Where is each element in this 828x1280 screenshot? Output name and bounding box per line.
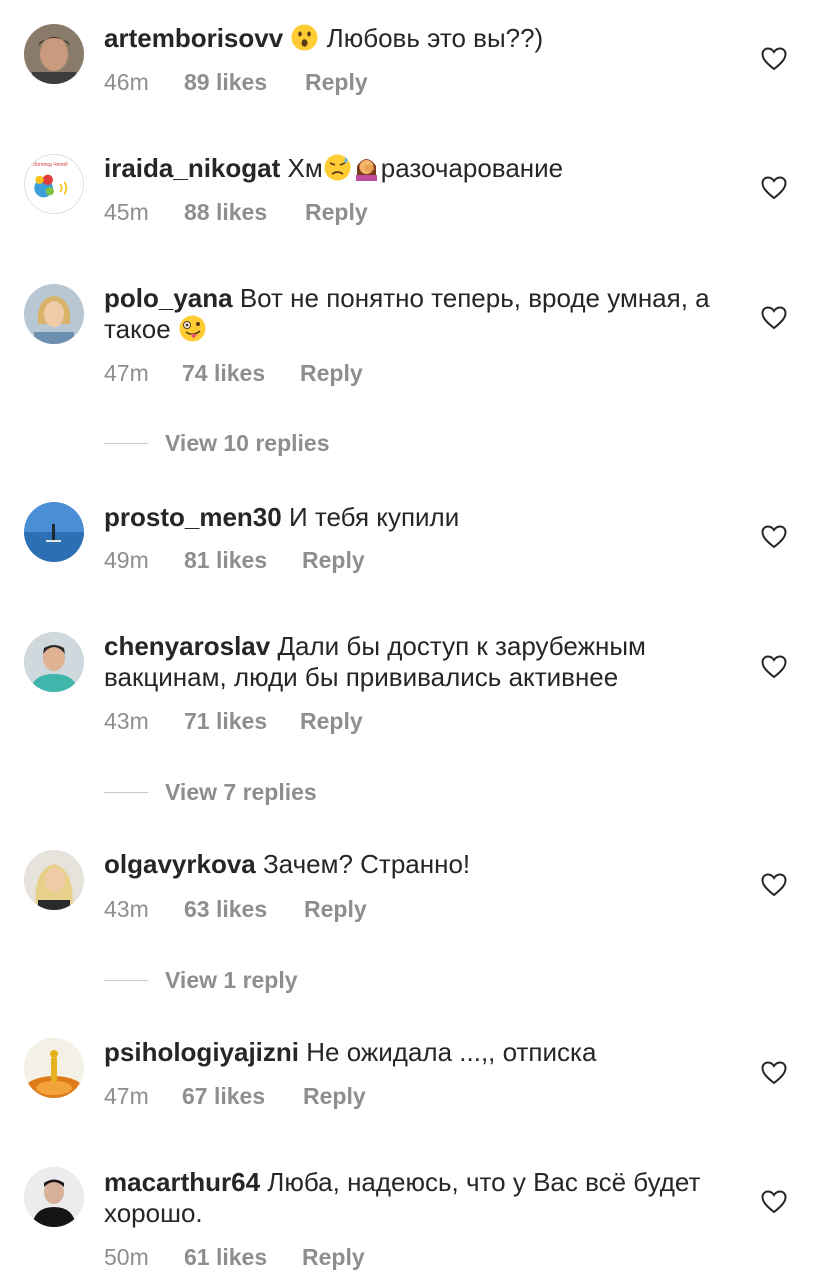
- comment-meta: 50m 61 likes Reply: [104, 1243, 365, 1271]
- comment-username[interactable]: olgavyrkova: [104, 849, 256, 879]
- comment-text: olgavyrkova Зачем? Странно!: [104, 849, 471, 879]
- view-replies-button[interactable]: View 1 reply: [104, 965, 298, 995]
- comment-username[interactable]: artemborisovv: [104, 23, 283, 53]
- heart-outline-icon[interactable]: [761, 655, 787, 679]
- comment-time: 45m: [104, 199, 149, 225]
- comment-username[interactable]: psihologiyajizni: [104, 1037, 299, 1067]
- comment-time: 46m: [104, 69, 149, 95]
- view-replies-button[interactable]: View 7 replies: [104, 777, 317, 807]
- sad-sweat-face-icon: [324, 154, 351, 181]
- comment-meta: 43m 71 likes Reply: [104, 707, 363, 735]
- comment-text: iraida_nikogat Хм разочарование: [104, 153, 564, 183]
- view-replies-label: View 7 replies: [165, 778, 317, 805]
- view-replies-label: View 10 replies: [165, 429, 330, 456]
- likes-count[interactable]: 89 likes: [184, 68, 305, 96]
- avatar[interactable]: [24, 850, 84, 910]
- reply-button[interactable]: Reply: [303, 1082, 366, 1110]
- view-replies-button[interactable]: View 10 replies: [104, 428, 330, 458]
- comment-time: 47m: [104, 1083, 149, 1109]
- replies-divider: [104, 442, 148, 444]
- heart-outline-icon[interactable]: [761, 1190, 787, 1214]
- avatar[interactable]: [24, 502, 84, 562]
- reply-button[interactable]: Reply: [302, 1243, 365, 1271]
- comment-username[interactable]: iraida_nikogat: [104, 153, 280, 183]
- replies-divider: [104, 979, 148, 981]
- likes-count[interactable]: 81 likes: [184, 546, 302, 574]
- comment-meta: 43m 63 likes Reply: [104, 895, 367, 923]
- likes-count[interactable]: 61 likes: [184, 1243, 302, 1271]
- comment-username[interactable]: macarthur64: [104, 1167, 260, 1197]
- likes-count[interactable]: 67 likes: [182, 1082, 303, 1110]
- facepalm-woman-icon: [353, 154, 380, 181]
- likes-count[interactable]: 88 likes: [184, 198, 305, 226]
- comment-username[interactable]: chenyaroslav: [104, 631, 270, 661]
- heart-outline-icon[interactable]: [761, 306, 787, 330]
- comment-text: prosto_men30 И тебя купили: [104, 502, 460, 532]
- comment-text: psihologiyajizni Не ожидала ...,, отписк…: [104, 1037, 597, 1067]
- heart-outline-icon[interactable]: [761, 873, 787, 897]
- comment-time: 49m: [104, 547, 149, 573]
- reply-button[interactable]: Reply: [300, 359, 363, 387]
- comment-time: 43m: [104, 708, 149, 734]
- heart-outline-icon[interactable]: [761, 1061, 787, 1085]
- reply-button[interactable]: Reply: [302, 546, 365, 574]
- comment-time: 47m: [104, 360, 149, 386]
- comment-meta: 49m 81 likes Reply: [104, 546, 365, 574]
- reply-button[interactable]: Reply: [305, 68, 368, 96]
- replies-divider: [104, 791, 148, 793]
- comment-time: 50m: [104, 1244, 149, 1270]
- comment-meta: 47m 67 likes Reply: [104, 1082, 366, 1110]
- view-replies-label: View 1 reply: [165, 966, 298, 993]
- comment-username[interactable]: prosto_men30: [104, 502, 282, 532]
- heart-outline-icon[interactable]: [761, 176, 787, 200]
- avatar[interactable]: [24, 1038, 84, 1098]
- likes-count[interactable]: 63 likes: [184, 895, 304, 923]
- comment-meta: 47m 74 likes Reply: [104, 359, 363, 387]
- comment-text: macarthur64 Люба, надеюсь, что у Вас всё…: [104, 1167, 701, 1228]
- comment-meta: 45m 88 likes Reply: [104, 198, 368, 226]
- comment-time: 43m: [104, 896, 149, 922]
- avatar[interactable]: [24, 632, 84, 692]
- heart-outline-icon[interactable]: [761, 525, 787, 549]
- likes-count[interactable]: 74 likes: [182, 359, 300, 387]
- zany-face-icon: [179, 315, 206, 342]
- comment-text: chenyaroslav Дали бы доступ к зарубежным…: [104, 631, 646, 692]
- avatar[interactable]: [24, 1167, 84, 1227]
- avatar[interactable]: Логопед Челяб: [24, 154, 84, 214]
- reply-button[interactable]: Reply: [304, 895, 367, 923]
- comment-text: polo_yana Вот не понятно теперь, вроде у…: [104, 283, 710, 344]
- reply-button[interactable]: Reply: [300, 707, 363, 735]
- heart-outline-icon[interactable]: [761, 47, 787, 71]
- reply-button[interactable]: Reply: [305, 198, 368, 226]
- comment-username[interactable]: polo_yana: [104, 283, 233, 313]
- avatar[interactable]: [24, 24, 84, 84]
- likes-count[interactable]: 71 likes: [184, 707, 300, 735]
- comment-meta: 46m 89 likes Reply: [104, 68, 368, 96]
- comment-text: artemborisovv Любовь это вы??): [104, 23, 544, 53]
- surprised-face-icon: [291, 24, 318, 51]
- avatar[interactable]: [24, 284, 84, 344]
- avatar-logo-text: Логопед Челяб: [33, 162, 68, 168]
